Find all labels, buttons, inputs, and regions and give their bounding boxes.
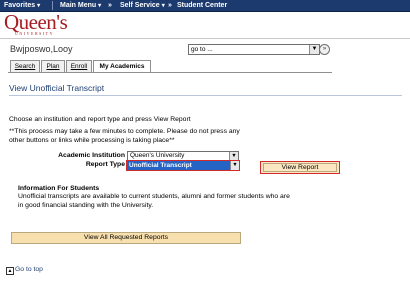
tab-enroll[interactable]: Enroll <box>66 60 92 72</box>
breadcrumb-separator: » <box>108 2 112 9</box>
report-type-select[interactable]: Unofficial Transcript ▼ <box>126 160 240 171</box>
tab-search[interactable]: Search <box>10 60 40 72</box>
chevron-down-icon: ▼ <box>309 45 319 54</box>
tab-divider <box>8 72 332 73</box>
title-divider <box>9 95 402 96</box>
institution-label: Academic Institution <box>58 152 125 159</box>
goto-select-value: go to ... <box>191 46 213 53</box>
chevron-down-icon: ▼ <box>230 161 239 170</box>
chevron-down-icon: ▾ <box>161 3 165 9</box>
chevron-down-icon: ▼ <box>229 152 238 160</box>
nav-self-service[interactable]: Self Service ▾ <box>120 0 165 11</box>
view-report-button[interactable]: View Report <box>260 161 340 174</box>
nav-main-menu-label: Main Menu <box>60 2 97 9</box>
chevron-down-icon: ▾ <box>37 3 41 9</box>
info-body: Unofficial transcripts are available to … <box>18 193 290 209</box>
view-report-label: View Report <box>281 164 319 171</box>
header-divider <box>0 38 410 39</box>
nav-favorites-label: Favorites <box>4 2 36 9</box>
goto-go-button[interactable]: » <box>319 44 330 55</box>
nav-self-service-label: Self Service <box>120 2 160 9</box>
chevron-down-icon: ▾ <box>98 3 102 9</box>
go-to-top-link[interactable]: ▲ Go to top <box>6 266 43 275</box>
logo-subtitle: UNIVERSITY <box>15 31 54 36</box>
arrow-up-icon: ▲ <box>6 267 14 275</box>
breadcrumb-separator: » <box>168 2 172 9</box>
page-title: View Unofficial Transcript <box>9 83 105 93</box>
report-type-label: Report Type <box>85 161 125 168</box>
nav-student-center[interactable]: Student Center <box>177 0 227 11</box>
report-type-select-value: Unofficial Transcript <box>129 162 192 169</box>
goto-select[interactable]: go to ... ▼ <box>188 44 320 55</box>
go-to-top-label: Go to top <box>15 266 43 273</box>
queens-logo: Queen's <box>4 10 68 34</box>
institution-select-value: Queen's University <box>130 152 185 159</box>
instruction-text: Choose an institution and report type an… <box>9 116 191 123</box>
tab-my-academics[interactable]: My Academics <box>93 60 151 72</box>
view-all-reports-button[interactable]: View All Requested Reports <box>11 232 241 244</box>
user-name: Bwjposwo,Looy <box>10 44 73 54</box>
tab-plan[interactable]: Plan <box>41 60 65 72</box>
warning-text: **This process may take a few minutes to… <box>9 128 240 144</box>
info-heading: Information For Students <box>18 185 100 192</box>
nav-divider <box>52 1 53 10</box>
